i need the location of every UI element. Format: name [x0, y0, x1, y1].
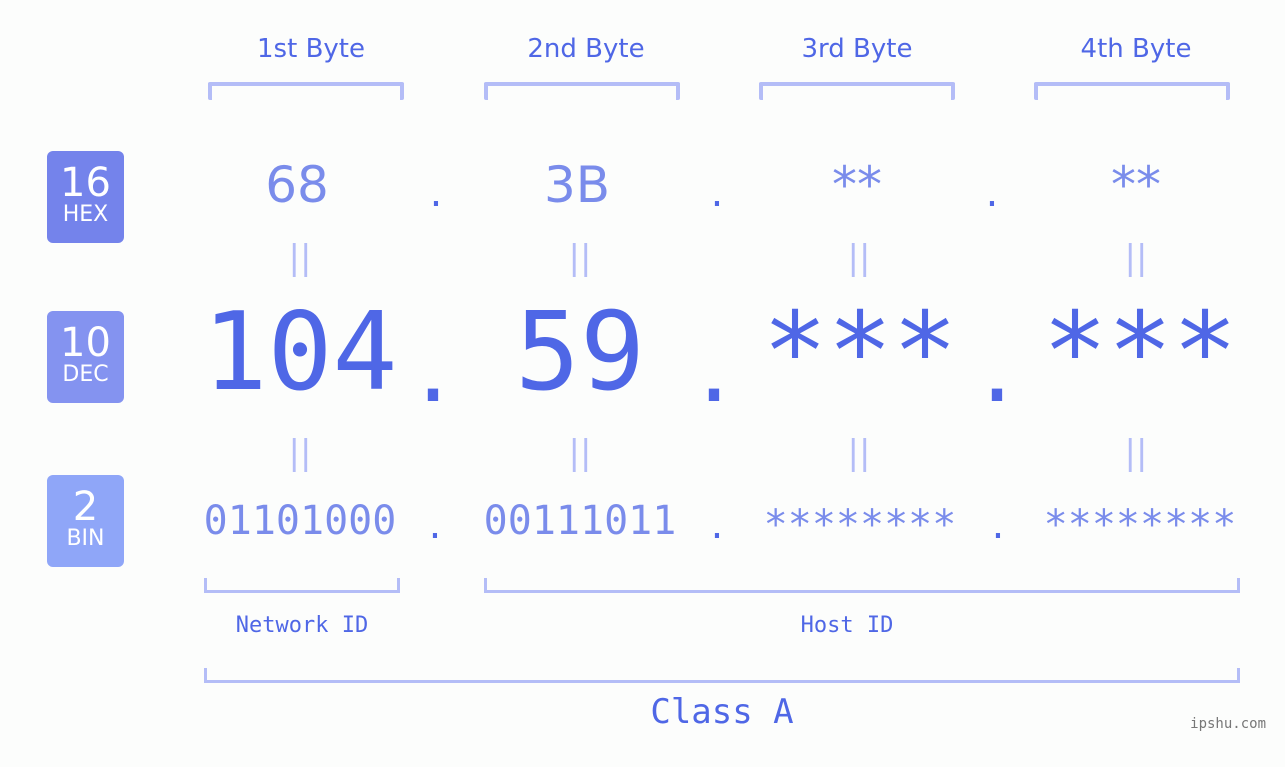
dec-badge-label: DEC — [62, 362, 109, 387]
equals-sign: || — [288, 238, 312, 278]
host-id-bracket — [484, 578, 1240, 593]
equals-sign: || — [1124, 433, 1148, 473]
dec-byte-1: 104 — [202, 290, 398, 415]
equals-sign: || — [288, 433, 312, 473]
host-id-label: Host ID — [800, 613, 894, 638]
dec-byte-2: 59 — [514, 290, 646, 415]
bin-separator-1: . — [428, 502, 442, 548]
byte-header-3: 3rd Byte — [801, 34, 913, 64]
hex-badge-number: 16 — [60, 160, 111, 206]
bin-byte-3: ******** — [763, 502, 957, 548]
dec-badge: 10 DEC — [47, 311, 124, 403]
equals-sign: || — [568, 433, 592, 473]
dec-byte-3: *** — [762, 290, 958, 415]
hex-byte-1: 68 — [265, 156, 329, 214]
network-id-label: Network ID — [235, 613, 369, 638]
byte-bracket-4 — [1034, 82, 1230, 100]
dec-separator-1: . — [417, 308, 449, 425]
hex-separator-1: . — [429, 170, 443, 216]
bin-separator-2: . — [710, 502, 724, 548]
dec-badge-number: 10 — [60, 320, 111, 366]
bin-byte-2: 00111011 — [483, 498, 677, 544]
bin-byte-4: ******** — [1043, 502, 1237, 548]
hex-badge: 16 HEX — [47, 151, 124, 243]
equals-sign: || — [568, 238, 592, 278]
bin-badge: 2 BIN — [47, 475, 124, 567]
equals-sign: || — [847, 238, 871, 278]
hex-byte-3: ** — [832, 156, 882, 214]
bin-badge-label: BIN — [66, 526, 105, 551]
byte-header-4: 4th Byte — [1080, 34, 1192, 64]
hex-badge-label: HEX — [62, 202, 109, 227]
equals-sign: || — [1124, 238, 1148, 278]
byte-header-1: 1st Byte — [257, 34, 365, 64]
byte-header-2: 2nd Byte — [527, 34, 645, 64]
dec-separator-2: . — [698, 308, 730, 425]
bin-badge-number: 2 — [72, 484, 99, 530]
byte-bracket-2 — [484, 82, 680, 100]
hex-separator-2: . — [710, 170, 724, 216]
class-label: Class A — [650, 692, 794, 732]
bin-byte-1: 01101000 — [203, 498, 397, 544]
hex-byte-4: ** — [1111, 156, 1161, 214]
dec-separator-3: . — [981, 308, 1013, 425]
hex-byte-2: 3B — [543, 156, 611, 214]
network-id-bracket — [204, 578, 400, 593]
equals-sign: || — [847, 433, 871, 473]
hex-separator-3: . — [985, 170, 999, 216]
class-bracket — [204, 668, 1240, 683]
byte-bracket-1 — [208, 82, 404, 100]
watermark: ipshu.com — [1190, 716, 1266, 732]
byte-bracket-3 — [759, 82, 955, 100]
dec-byte-4: *** — [1042, 290, 1238, 415]
bin-separator-3: . — [991, 502, 1005, 548]
